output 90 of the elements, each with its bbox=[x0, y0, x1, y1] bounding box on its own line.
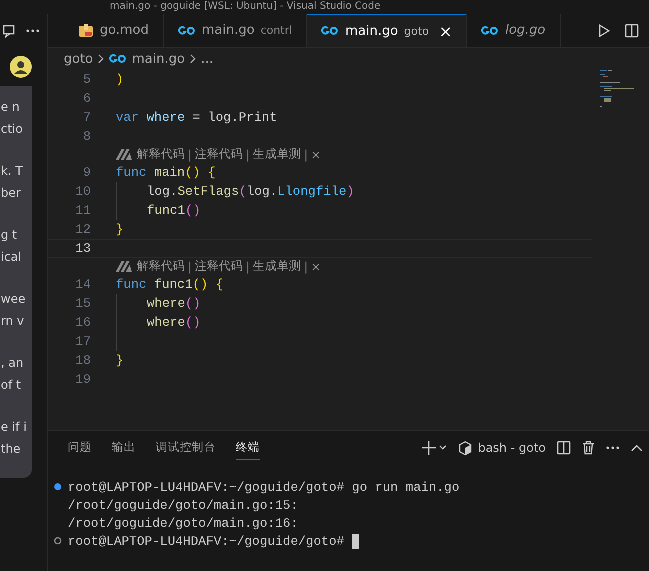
separator-text: | bbox=[304, 260, 308, 274]
go-file-icon bbox=[481, 26, 500, 36]
line-number: 7 bbox=[82, 110, 91, 125]
breadcrumb-item[interactable]: goto bbox=[64, 52, 94, 66]
close-button[interactable]: × bbox=[311, 260, 322, 274]
panel-tab[interactable]: 输出 bbox=[112, 436, 136, 460]
code-line: where() bbox=[146, 296, 201, 311]
code-line: } bbox=[116, 222, 124, 237]
chat-text: e n bbox=[0, 99, 21, 116]
line-number: 5 bbox=[82, 72, 91, 87]
editor-tab[interactable]: go.mod bbox=[64, 14, 164, 47]
terminal-line: root@LAPTOP-LU4HDAFV:~/goguide/goto# go run main.go bbox=[68, 480, 460, 494]
code-line: where() bbox=[146, 315, 201, 330]
line-number: 17 bbox=[74, 334, 91, 349]
terminal-line: root@LAPTOP-LU4HDAFV:~/goguide/goto# bbox=[68, 534, 344, 548]
avatar-icon bbox=[10, 56, 32, 78]
panel-tab[interactable]: 终端 bbox=[236, 436, 260, 460]
more-icon[interactable] bbox=[606, 446, 620, 450]
codelens-link[interactable]: 生成单测 bbox=[253, 258, 302, 275]
editor-tab[interactable]: main.go goto × bbox=[307, 14, 468, 47]
line-number: 12 bbox=[74, 222, 91, 237]
codelens-link[interactable]: 生成单测 bbox=[253, 146, 302, 163]
code-line: func1() bbox=[146, 203, 201, 218]
terminal-line: /root/goguide/goto/main.go:15: bbox=[68, 498, 298, 512]
chevron-up-icon[interactable] bbox=[631, 444, 643, 452]
editor-tab[interactable]: log.go bbox=[467, 14, 561, 47]
code-line: func main() { bbox=[116, 165, 216, 180]
assistant-logo-icon bbox=[116, 261, 134, 272]
breadcrumb-item[interactable]: ... bbox=[201, 52, 214, 66]
chat-text: wee bbox=[0, 291, 27, 308]
assistant-logo-icon bbox=[116, 149, 134, 160]
chevron-icon bbox=[190, 54, 196, 64]
codelens-link[interactable]: 解释代码 bbox=[137, 258, 185, 275]
line-number: 6 bbox=[82, 91, 91, 106]
terminal-line: /root/goguide/goto/main.go:16: bbox=[68, 516, 298, 530]
split-terminal-icon[interactable] bbox=[557, 441, 571, 455]
chat-edit-icon[interactable] bbox=[3, 24, 17, 38]
separator-text: | bbox=[246, 148, 250, 162]
window-title: main.go - goguide [WSL: Ubuntu] - Visual Studio Code bbox=[110, 1, 381, 13]
code-line: func func1() { bbox=[116, 277, 224, 292]
chat-text: e if i bbox=[0, 419, 28, 436]
terminal-shell-icon bbox=[459, 440, 472, 456]
minimap[interactable] bbox=[600, 70, 634, 108]
run-icon[interactable] bbox=[597, 24, 611, 38]
line-number: 19 bbox=[74, 372, 91, 387]
panel-tab[interactable]: 问题 bbox=[68, 436, 92, 460]
chevron-icon bbox=[98, 54, 104, 64]
chat-text: k. T bbox=[0, 163, 24, 180]
line-number: 8 bbox=[82, 129, 91, 144]
line-number: 10 bbox=[74, 184, 91, 199]
breadcrumb-item[interactable]: main.go bbox=[132, 52, 186, 66]
line-number: 13 bbox=[74, 241, 91, 256]
chat-text: , an bbox=[0, 355, 25, 372]
chat-text: g t bbox=[0, 227, 18, 244]
line-number: 9 bbox=[82, 165, 91, 180]
separator-text: | bbox=[304, 148, 308, 162]
codelens-link[interactable]: 注释代码 bbox=[195, 258, 244, 275]
chat-text: ical bbox=[0, 249, 23, 266]
code-line: ) bbox=[116, 72, 124, 87]
separator-text: | bbox=[188, 260, 192, 274]
command-status-icon[interactable] bbox=[54, 483, 62, 491]
go-file-icon bbox=[321, 26, 340, 36]
command-status-icon[interactable] bbox=[54, 537, 62, 545]
line-number: 16 bbox=[74, 315, 91, 330]
trash-icon[interactable] bbox=[582, 441, 595, 455]
terminal-name[interactable]: bash - goto bbox=[478, 441, 546, 455]
code-line: } bbox=[116, 353, 124, 368]
more-icon[interactable] bbox=[26, 29, 40, 33]
chat-text: the bbox=[0, 441, 22, 458]
chat-text: rn v bbox=[0, 313, 26, 330]
split-editor-icon[interactable] bbox=[625, 24, 639, 38]
codelens-link[interactable]: 解释代码 bbox=[137, 146, 185, 163]
line-number: 15 bbox=[74, 296, 91, 311]
chat-text: ctio bbox=[0, 121, 24, 138]
panel-tab[interactable]: 调试控制台 bbox=[156, 436, 216, 460]
separator-text: | bbox=[246, 260, 250, 274]
code-line: var where = log.Print bbox=[116, 110, 278, 125]
package-icon bbox=[78, 24, 94, 38]
line-number: 11 bbox=[74, 203, 91, 218]
new-terminal-icon[interactable] bbox=[422, 441, 448, 455]
line-number: 14 bbox=[74, 277, 91, 292]
code-line: log.SetFlags(log.Llongfile) bbox=[146, 184, 354, 199]
go-file-icon bbox=[109, 54, 128, 64]
separator-text: | bbox=[188, 148, 192, 162]
chat-text: of t bbox=[0, 377, 22, 394]
go-file-icon bbox=[178, 26, 196, 36]
codelens-link[interactable]: 注释代码 bbox=[195, 146, 244, 163]
chat-text: ber bbox=[0, 185, 22, 202]
close-button[interactable]: × bbox=[311, 148, 322, 162]
line-number: 18 bbox=[74, 353, 91, 368]
